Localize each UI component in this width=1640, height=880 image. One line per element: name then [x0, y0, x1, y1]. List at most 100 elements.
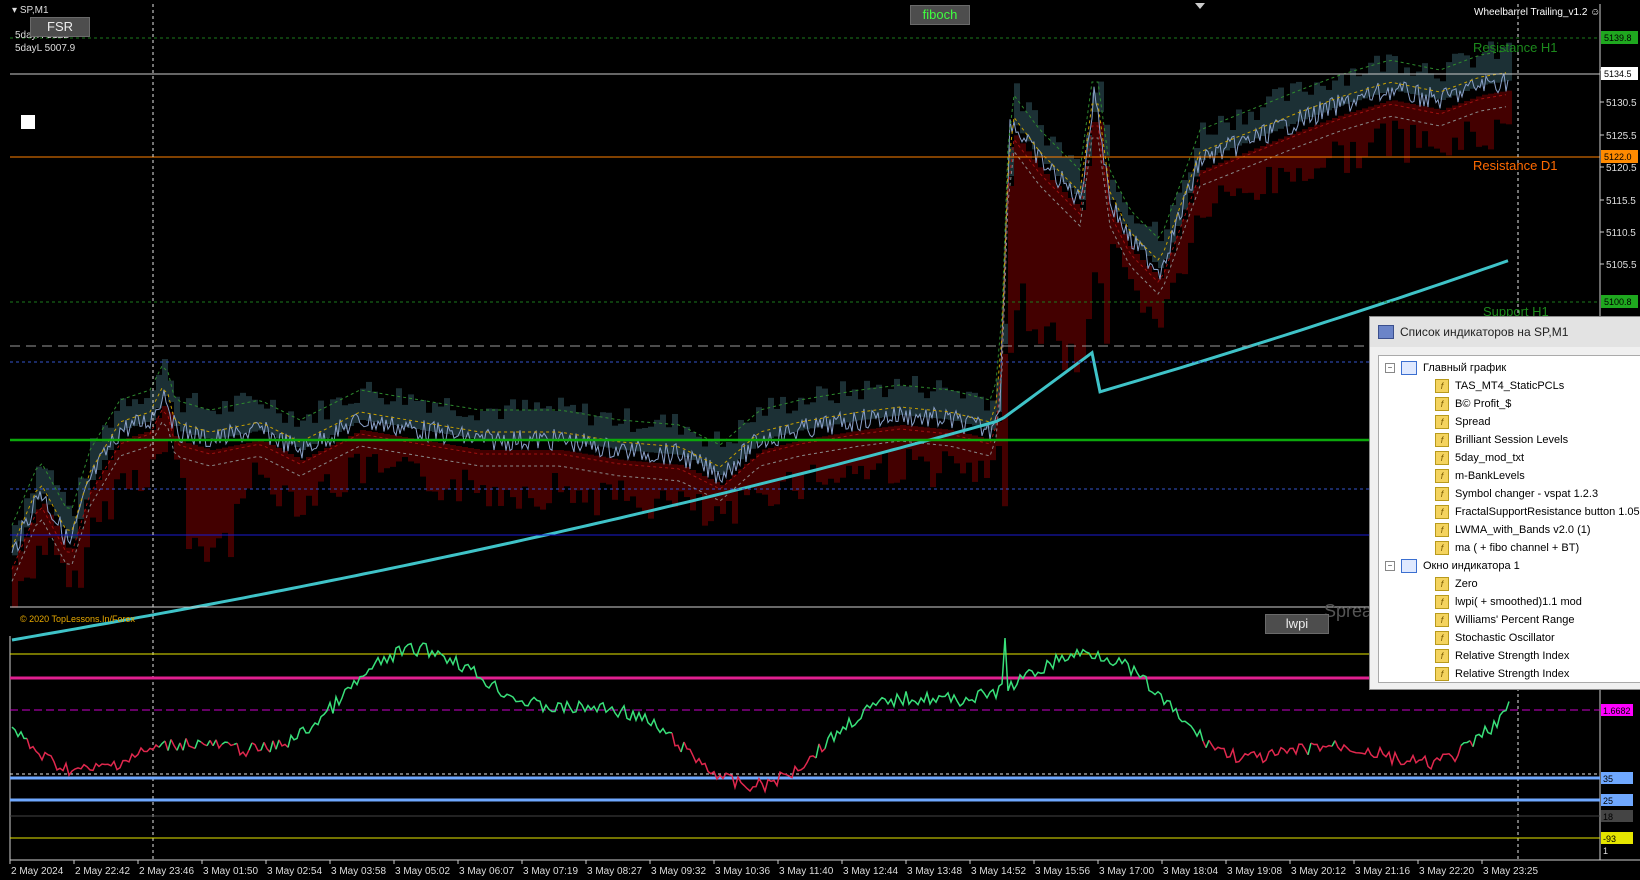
indicator-item[interactable]: f B© Profit_$: [1435, 396, 1511, 413]
bull-band-bar: [858, 399, 864, 421]
oscillator-line: [287, 642, 673, 748]
oscillator-line: [164, 740, 169, 751]
indicator-item[interactable]: f Spread: [1435, 414, 1490, 431]
indicator-item-label: TAS_MT4_StaticPCLs: [1455, 380, 1565, 392]
bear-band-bar: [528, 450, 534, 499]
bull-band-bar: [1224, 122, 1230, 151]
indicator-item[interactable]: f Williams' Percent Range: [1435, 612, 1574, 629]
bear-band-bar: [1482, 94, 1488, 146]
indicator-tree[interactable]: − Главный график f TAS_MT4_StaticPCLs f B© Pr…: [1378, 355, 1640, 683]
indicator-item[interactable]: f Stochastic Oscillator: [1435, 630, 1555, 647]
bear-band-bar: [12, 565, 18, 608]
oscillator-line: [251, 742, 262, 752]
price-tag-label: 5139.8: [1604, 33, 1632, 43]
bull-band-bar: [276, 413, 282, 438]
oscillator-line: [1334, 740, 1462, 771]
bear-band-bar: [972, 435, 978, 482]
tree-group[interactable]: − Главный график: [1385, 360, 1506, 377]
bear-band-bar: [996, 422, 1002, 446]
indicator-item[interactable]: f Brilliant Session Levels: [1435, 432, 1568, 449]
bull-band-bar: [486, 408, 492, 440]
indicator-item[interactable]: f FractalSupportResistance button 1.05: [1435, 504, 1640, 521]
collapse-toggle-icon[interactable]: −: [1385, 363, 1395, 374]
oscillator-line: [1205, 739, 1210, 748]
bear-band-bar: [282, 451, 288, 486]
fsr-button[interactable]: FSR: [30, 17, 90, 37]
bear-band-bar: [1422, 106, 1428, 132]
oscillator-line: [815, 743, 820, 759]
bear-band-bar: [210, 450, 216, 548]
oscillator-line: [263, 741, 271, 753]
bear-band-bar: [768, 448, 774, 506]
indicator-item[interactable]: f TAS_MT4_StaticPCLs: [1435, 378, 1564, 395]
bull-band-bar: [570, 404, 576, 442]
oscillator-line: [1307, 742, 1312, 755]
indicator-item[interactable]: f 5day_mod_txt: [1435, 450, 1524, 467]
indicator-item[interactable]: f ma ( + fibo channel + BT): [1435, 540, 1579, 557]
bear-band-bar: [876, 428, 882, 464]
price-tag-label: 5100.8: [1604, 297, 1632, 307]
price-axis-label: 5130.5: [1606, 98, 1637, 109]
indicator-item[interactable]: f LWMA_with_Bands v2.0 (1): [1435, 522, 1591, 539]
bear-band-bar: [372, 432, 378, 455]
indicator-tag-label: 1: [1603, 846, 1608, 856]
lwpi-button[interactable]: lwpi: [1265, 614, 1329, 634]
indicator-list-titlebar[interactable]: Список индикаторов на SP,M1: [1370, 317, 1640, 347]
bear-band-bar: [1032, 159, 1038, 330]
bear-band-bar: [360, 430, 366, 484]
bull-band-bar: [180, 412, 186, 432]
bull-band-bar: [1434, 78, 1440, 99]
bear-band-bar: [618, 459, 624, 481]
bull-band-bar: [48, 470, 54, 505]
bull-band-bar: [384, 404, 390, 424]
fiboch-button[interactable]: fiboch: [910, 5, 970, 25]
bear-band-bar: [1260, 146, 1266, 195]
indicator-tag-label: 18: [1603, 812, 1613, 822]
price-tag-label: 5122.0: [1604, 152, 1632, 162]
toggle-checkbox[interactable]: [21, 115, 35, 129]
bear-band-bar: [1086, 166, 1092, 320]
bull-band-bar: [1350, 68, 1356, 102]
bear-band-bar: [870, 428, 876, 470]
indicator-list-window[interactable]: Список индикаторов на SP,M1 − Главный гра…: [1369, 316, 1640, 690]
bull-band-bar: [612, 425, 618, 449]
indicator-item[interactable]: f Relative Strength Index: [1435, 666, 1569, 682]
tree-group[interactable]: − Окно индикатора 1: [1385, 558, 1520, 575]
bear-band-bar: [24, 537, 30, 578]
bear-band-bar: [1308, 127, 1314, 179]
indicator-item[interactable]: f m-BankLevels: [1435, 468, 1525, 485]
chart-shift-triangle-icon[interactable]: [1195, 3, 1205, 9]
indicator-item[interactable]: f lwpi( + smoothed)1.1 mod: [1435, 594, 1582, 611]
indicator-item-label: B© Profit_$: [1455, 398, 1512, 410]
trading-terminal-window: 5135.05130.55125.55120.55115.55110.55105…: [0, 0, 1640, 880]
function-icon: f: [1435, 667, 1449, 682]
bull-band-bar: [102, 425, 108, 460]
bull-band-bar: [684, 426, 690, 457]
oscillator-line: [206, 740, 211, 747]
bear-band-bar: [672, 464, 678, 508]
bull-band-bar: [372, 391, 378, 422]
oscillator-line: [236, 743, 250, 758]
indicator-item[interactable]: f Symbol changer - vspat 1.2.3: [1435, 486, 1598, 503]
bear-band-bar: [1194, 186, 1200, 216]
oscillator-line: [1331, 740, 1336, 747]
bull-band-bar: [414, 400, 420, 429]
bull-band-bar: [210, 410, 216, 440]
collapse-toggle-icon[interactable]: −: [1385, 561, 1395, 572]
bear-band-bar: [96, 480, 102, 523]
ea-status-icon: ☺: [1590, 7, 1601, 18]
bear-band-bar: [1506, 90, 1512, 125]
indicator-item[interactable]: f Zero: [1435, 576, 1478, 593]
indicator-item[interactable]: f Relative Strength Index: [1435, 648, 1569, 665]
bull-band-bar: [948, 390, 954, 420]
bear-band-bar: [1014, 135, 1020, 311]
bull-band-bar: [918, 392, 924, 417]
bear-band-bar: [1476, 96, 1482, 147]
bear-band-bar: [654, 462, 660, 499]
bull-band-bar: [1152, 221, 1158, 262]
bear-band-bar: [750, 458, 756, 489]
bull-band-bar: [366, 381, 372, 421]
function-icon: f: [1435, 631, 1449, 646]
bear-band-bar: [78, 529, 84, 588]
chart-menu-triangle-icon[interactable]: ▾: [12, 5, 20, 16]
